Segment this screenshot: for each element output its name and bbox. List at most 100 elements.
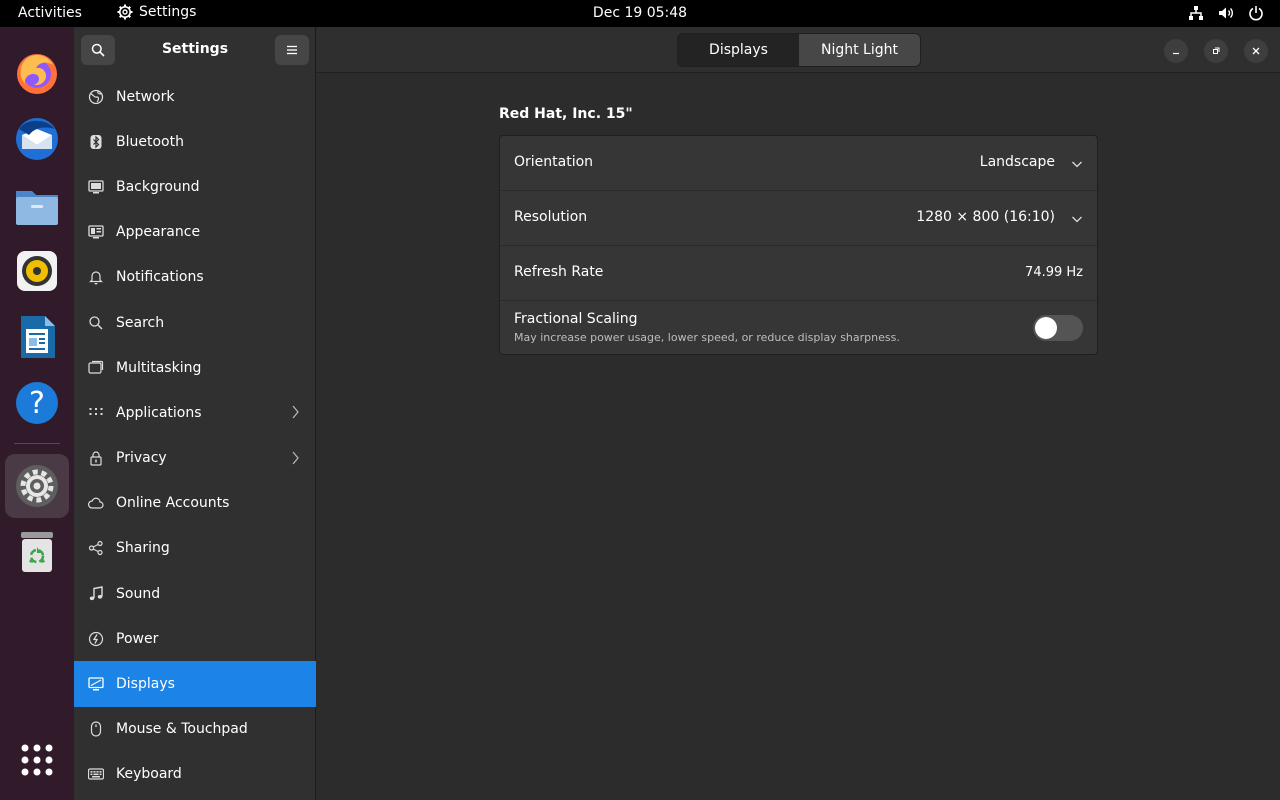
tab-night-light[interactable]: Night Light: [799, 34, 920, 66]
share-icon: [88, 541, 103, 556]
sidebar-item-applications[interactable]: Applications: [74, 390, 316, 435]
gear-icon: [117, 4, 133, 20]
orientation-row[interactable]: Orientation Landscape: [500, 136, 1097, 191]
clock[interactable]: Dec 19 05:48: [593, 5, 687, 21]
sidebar-item-bluetooth[interactable]: Bluetooth: [74, 119, 316, 164]
rhythmbox-icon: [17, 251, 57, 291]
trash-icon: [21, 532, 53, 572]
sidebar-item-mouse-touchpad[interactable]: Mouse & Touchpad: [74, 707, 316, 752]
sidebar-item-displays[interactable]: Displays: [74, 661, 316, 707]
sidebar-item-label: Network: [116, 88, 175, 105]
dock-firefox[interactable]: [5, 41, 69, 105]
fractional-scaling-label: Fractional Scaling: [514, 311, 638, 327]
sidebar-item-privacy[interactable]: Privacy: [74, 436, 316, 481]
sidebar-item-label: Notifications: [116, 269, 204, 286]
sidebar-item-label: Mouse & Touchpad: [116, 721, 248, 738]
sidebar-item-sound[interactable]: Sound: [74, 571, 316, 616]
minimize-button[interactable]: [1164, 39, 1188, 63]
close-button[interactable]: [1244, 39, 1268, 63]
search-icon: [89, 315, 103, 330]
power-menu-icon: [1249, 6, 1263, 21]
refresh-rate-label: Refresh Rate: [514, 264, 604, 280]
sidebar-item-search[interactable]: Search: [74, 300, 316, 345]
main-header: Displays Night Light: [317, 27, 1280, 73]
sidebar-item-label: Bluetooth: [116, 133, 184, 150]
dock: ?: [0, 27, 74, 800]
settings-icon: [16, 465, 58, 507]
dock-show-apps[interactable]: [5, 728, 69, 792]
app-grid-icon: [21, 744, 53, 776]
chevron-right-icon: [292, 451, 299, 464]
chevron-right-icon: [292, 405, 299, 419]
minimize-icon: [1173, 52, 1179, 55]
bluetooth-icon: [90, 134, 102, 149]
sidebar-item-label: Privacy: [116, 450, 167, 467]
resolution-label: Resolution: [514, 209, 588, 225]
display-settings-card: Orientation Landscape Resolution 1280 × …: [499, 135, 1098, 355]
sidebar-item-appearance[interactable]: Appearance: [74, 210, 316, 255]
sidebar-item-notifications[interactable]: Notifications: [74, 255, 316, 300]
fractional-scaling-row: Fractional Scaling May increase power us…: [500, 301, 1097, 355]
refresh-rate-row: Refresh Rate 74.99 Hz: [500, 246, 1097, 301]
network-wired-icon: [1189, 6, 1203, 20]
sidebar-item-network[interactable]: Network: [74, 74, 316, 119]
top-bar: Activities Settings Dec 19 05:48: [0, 0, 1280, 27]
sidebar-item-label: Displays: [116, 676, 175, 693]
sidebar-item-power[interactable]: Power: [74, 616, 316, 661]
tab-displays[interactable]: Displays: [678, 34, 799, 66]
dock-help[interactable]: ?: [5, 371, 69, 435]
fractional-scaling-switch[interactable]: [1033, 315, 1083, 341]
sidebar-item-label: Power: [116, 630, 159, 647]
chevron-down-icon: [1072, 216, 1082, 223]
dock-thunderbird[interactable]: [5, 107, 69, 171]
mouse-icon: [90, 721, 102, 737]
appearance-icon: [88, 225, 104, 239]
resolution-row[interactable]: Resolution 1280 × 800 (16:10): [500, 191, 1097, 246]
chevron-down-icon: [1072, 161, 1082, 168]
app-menu[interactable]: Settings: [117, 4, 196, 20]
app-menu-label: Settings: [139, 4, 197, 20]
sidebar-item-label: Online Accounts: [116, 495, 230, 512]
lock-icon: [90, 451, 102, 466]
globe-icon: [88, 89, 104, 104]
system-tray[interactable]: [1188, 5, 1264, 21]
monitor-name: Red Hat, Inc. 15": [499, 106, 633, 122]
dock-trash[interactable]: [5, 520, 69, 584]
sidebar-item-background[interactable]: Background: [74, 164, 316, 209]
sidebar-item-label: Background: [116, 178, 200, 195]
writer-icon: [21, 316, 55, 358]
orientation-value: Landscape: [979, 154, 1055, 170]
keyboard-icon: [88, 768, 104, 781]
activities-button[interactable]: Activities: [18, 5, 82, 21]
multitasking-icon: [88, 360, 104, 374]
refresh-rate-value: 74.99 Hz: [1025, 265, 1083, 280]
switch-knob: [1035, 317, 1057, 339]
resolution-value: 1280 × 800 (16:10): [916, 209, 1055, 225]
sidebar-item-online-accounts[interactable]: Online Accounts: [74, 481, 316, 526]
sidebar-header: Settings: [74, 27, 316, 73]
bell-icon: [89, 271, 103, 285]
sidebar-item-label: Sound: [116, 585, 161, 602]
sidebar-item-label: Keyboard: [116, 766, 182, 783]
dock-writer[interactable]: [5, 305, 69, 369]
sidebar-item-multitasking[interactable]: Multitasking: [74, 345, 316, 390]
thunderbird-icon: [16, 118, 58, 160]
maximize-button[interactable]: [1204, 39, 1228, 63]
sidebar-item-label: Multitasking: [116, 359, 202, 376]
restore-icon: [1213, 47, 1220, 54]
dock-files[interactable]: [5, 173, 69, 237]
sidebar-item-sharing[interactable]: Sharing: [74, 526, 316, 571]
background-icon: [88, 180, 104, 194]
main-menu-button[interactable]: [275, 35, 309, 65]
sidebar-item-label: Sharing: [116, 540, 170, 557]
dock-rhythmbox[interactable]: [5, 239, 69, 303]
apps-grid-icon: [89, 407, 103, 415]
close-icon: [1252, 47, 1260, 55]
dock-settings[interactable]: [5, 454, 69, 518]
display-icon: [88, 677, 104, 691]
cloud-icon: [88, 497, 104, 509]
displays-page: Red Hat, Inc. 15" Orientation Landscape …: [317, 74, 1280, 800]
hamburger-menu-icon: [287, 45, 297, 55]
sidebar-item-keyboard[interactable]: Keyboard: [74, 752, 316, 797]
sidebar-list: Network Bluetooth Background Appearance …: [74, 74, 316, 797]
